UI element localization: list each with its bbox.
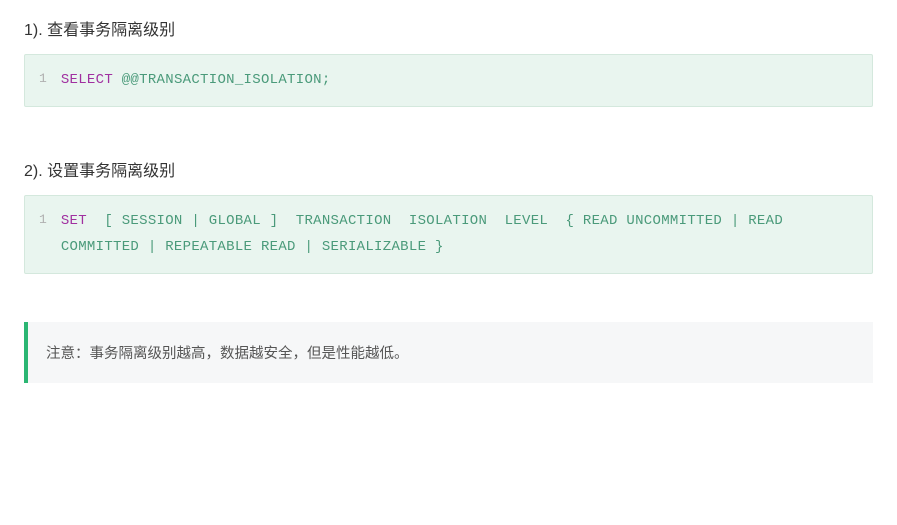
code-block-2: 1 SET [ SESSION | GLOBAL ] TRANSACTION I… <box>24 195 873 274</box>
code-1-content: SELECT @@TRANSACTION_ISOLATION; <box>61 67 872 94</box>
code-1-keyword: SELECT <box>61 72 113 88</box>
section-1: 1). 查看事务隔离级别 1 SELECT @@TRANSACTION_ISOL… <box>24 16 873 107</box>
code-1-rest: @@TRANSACTION_ISOLATION; <box>113 72 331 88</box>
note-block: 注意：事务隔离级别越高，数据越安全，但是性能越低。 <box>24 322 873 383</box>
code-2-line-number: 1 <box>25 208 61 261</box>
code-1-line-number: 1 <box>25 67 61 94</box>
code-2-keyword: SET <box>61 213 87 229</box>
code-2-rest: [ SESSION | GLOBAL ] TRANSACTION ISOLATI… <box>61 213 792 256</box>
code-block-1: 1 SELECT @@TRANSACTION_ISOLATION; <box>24 54 873 107</box>
note-text: 注意：事务隔离级别越高，数据越安全，但是性能越低。 <box>46 346 409 362</box>
section-2-heading: 2). 设置事务隔离级别 <box>24 157 873 181</box>
code-2-content: SET [ SESSION | GLOBAL ] TRANSACTION ISO… <box>61 208 872 261</box>
section-1-heading: 1). 查看事务隔离级别 <box>24 16 873 40</box>
section-2: 2). 设置事务隔离级别 1 SET [ SESSION | GLOBAL ] … <box>24 157 873 274</box>
